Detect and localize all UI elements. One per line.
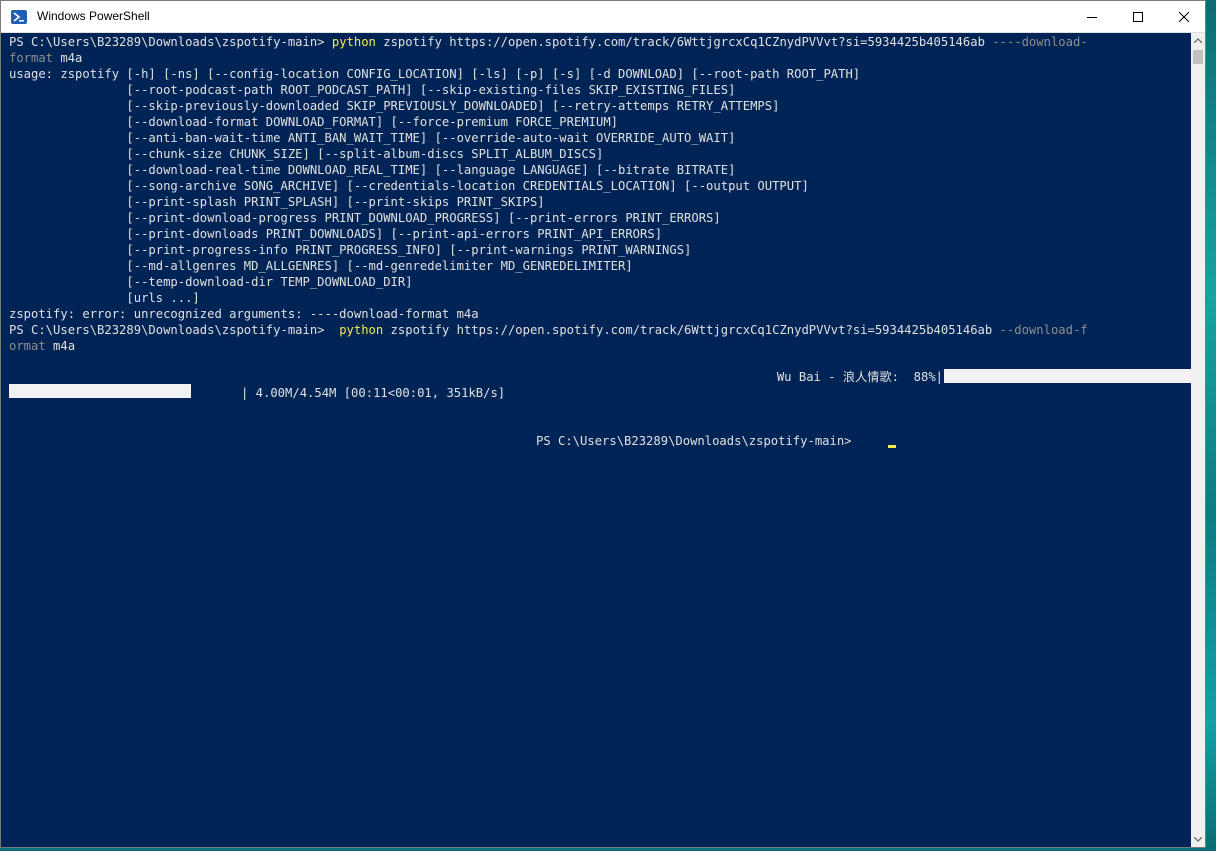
- command-line-1-wrap: format m4a: [9, 50, 82, 66]
- vertical-scrollbar[interactable]: [1191, 33, 1205, 847]
- usage-line: [--print-progress-info PRINT_PROGRESS_IN…: [9, 243, 692, 257]
- progress-label: Wu Bai - 浪人情歌: 88%|: [776, 370, 943, 384]
- desktop-background: [1206, 0, 1216, 851]
- error-line: zspotify: error: unrecognized arguments:…: [9, 307, 479, 321]
- usage-line: [--download-real-time DOWNLOAD_REAL_TIME…: [9, 163, 736, 177]
- usage-line: usage: zspotify [-h] [-ns] [--config-loc…: [9, 67, 861, 81]
- command-flag-value: m4a: [53, 51, 83, 65]
- command-flag: --download-f: [999, 323, 1088, 337]
- prompt: PS C:\Users\B23289\Downloads\zspotify-ma…: [9, 323, 340, 337]
- command-line-2: PS C:\Users\B23289\Downloads\zspotify-ma…: [9, 322, 1088, 338]
- scroll-thumb[interactable]: [1193, 50, 1203, 64]
- usage-line: [--md-allgenres MD_ALLGENRES] [--md-genr…: [9, 259, 633, 273]
- usage-line: [--temp-download-dir TEMP_DOWNLOAD_DIR]: [9, 275, 413, 289]
- powershell-window: Windows PowerShell PS C:\Users\B23289\Do…: [0, 0, 1206, 848]
- chevron-down-icon: [1194, 837, 1202, 842]
- command-line-1: PS C:\Users\B23289\Downloads\zspotify-ma…: [9, 34, 1088, 50]
- usage-line: [--root-podcast-path ROOT_PODCAST_PATH] …: [9, 83, 736, 97]
- usage-line: [--print-download-progress PRINT_DOWNLOA…: [9, 211, 721, 225]
- usage-line: [--chunk-size CHUNK_SIZE] [--split-album…: [9, 147, 604, 161]
- title-bar[interactable]: Windows PowerShell: [1, 1, 1205, 33]
- usage-line: [--skip-previously-downloaded SKIP_PREVI…: [9, 99, 780, 113]
- command-name: python: [331, 35, 376, 49]
- minimize-icon: [1087, 16, 1097, 18]
- command-flag-wrap: format: [9, 51, 54, 65]
- usage-line: [--download-format DOWNLOAD_FORMAT] [--f…: [9, 115, 619, 129]
- command-args: zspotify https://open.spotify.com/track/…: [383, 323, 1000, 337]
- scroll-down-button[interactable]: [1191, 832, 1205, 847]
- maximize-button[interactable]: [1115, 1, 1161, 32]
- scroll-up-button[interactable]: [1191, 33, 1205, 48]
- command-name: python: [339, 323, 384, 337]
- command-flag: ----download-: [992, 35, 1088, 49]
- window-title: Windows PowerShell: [37, 9, 150, 23]
- progress-bar-fill: [944, 369, 1191, 383]
- command-line-2-wrap: ormat m4a: [9, 338, 75, 354]
- usage-line: [--anti-ban-wait-time ANTI_BAN_WAIT_TIME…: [9, 131, 736, 145]
- command-args: zspotify https://open.spotify.com/track/…: [375, 35, 993, 49]
- final-prompt: PS C:\Users\B23289\Downloads\zspotify-ma…: [536, 434, 859, 448]
- command-flag-value: m4a: [45, 339, 76, 353]
- text-cursor: [888, 445, 896, 448]
- powershell-icon: [11, 9, 27, 25]
- minimize-button[interactable]: [1069, 1, 1115, 32]
- progress-bar-fill-wrap: [9, 384, 191, 398]
- usage-line: [--print-splash PRINT_SPLASH] [--print-s…: [9, 195, 545, 209]
- command-flag-wrap: ormat: [9, 339, 46, 353]
- prompt: PS C:\Users\B23289\Downloads\zspotify-ma…: [9, 35, 332, 49]
- console-output[interactable]: PS C:\Users\B23289\Downloads\zspotify-ma…: [1, 33, 1191, 847]
- close-icon: [1179, 11, 1189, 22]
- chevron-up-icon: [1194, 38, 1202, 43]
- close-button[interactable]: [1161, 1, 1207, 32]
- maximize-icon: [1133, 11, 1143, 22]
- progress-stats: | 4.00M/4.54M [00:11<00:01, 351kB/s]: [241, 386, 506, 400]
- usage-line: [--song-archive SONG_ARCHIVE] [--credent…: [9, 179, 809, 193]
- usage-line: [--print-downloads PRINT_DOWNLOADS] [--p…: [9, 227, 663, 241]
- usage-line: [urls ...]: [9, 291, 200, 305]
